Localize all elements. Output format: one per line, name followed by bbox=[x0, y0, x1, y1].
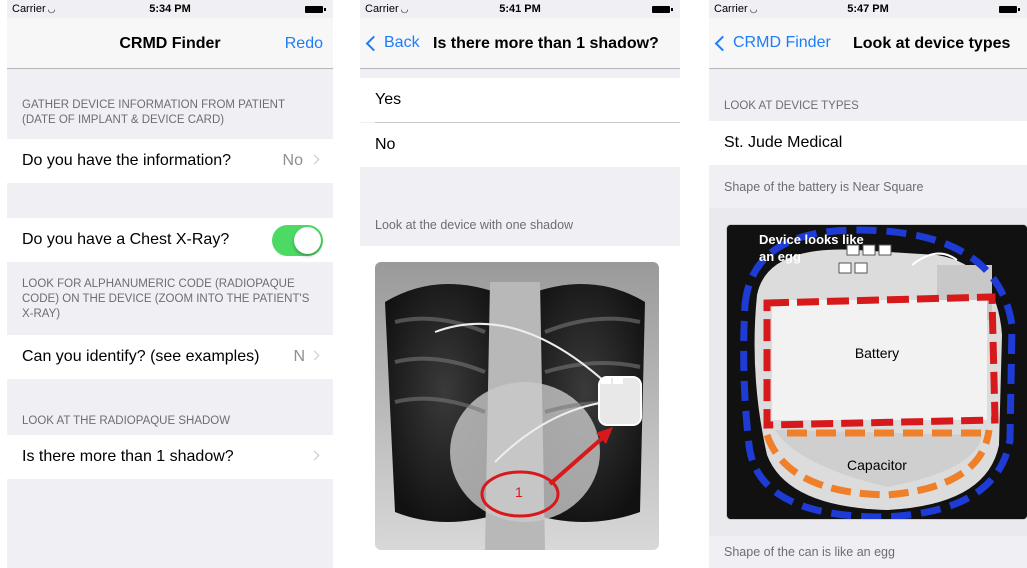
clock: 5:41 PM bbox=[499, 3, 541, 15]
row-value: N bbox=[293, 348, 305, 365]
annotation-number: 1 bbox=[515, 484, 523, 500]
section-header-device-types: LOOK AT DEVICE TYPES bbox=[724, 100, 859, 112]
chest-xray-image: 1 bbox=[375, 262, 659, 550]
clock: 5:34 PM bbox=[149, 3, 191, 15]
option-no[interactable]: No bbox=[360, 123, 680, 167]
option-label: Yes bbox=[375, 91, 402, 108]
arrow-line bbox=[548, 432, 609, 486]
screen-crmd-finder: Carrier ◡ 5:34 PM CRMD Finder Redo GATHER… bbox=[7, 0, 333, 568]
page-title: Is there more than 1 shadow? bbox=[433, 35, 659, 52]
row-have-information[interactable]: Do you have the information? No bbox=[7, 139, 333, 183]
section-header-alphanumeric-code: LOOK FOR ALPHANUMERIC CODE (RADIOPAQUE C… bbox=[22, 278, 310, 320]
back-button[interactable]: Back bbox=[365, 34, 420, 52]
navigation-bar: Back Is there more than 1 shadow? bbox=[360, 18, 680, 69]
chevron-right-icon bbox=[309, 154, 320, 165]
row-label: St. Jude Medical bbox=[724, 134, 843, 151]
option-yes[interactable]: Yes bbox=[360, 78, 680, 122]
status-bar: Carrier ◡ 5:34 PM bbox=[7, 0, 333, 18]
footer-text: Look at the device with one shadow bbox=[375, 218, 574, 232]
chevron-right-icon bbox=[309, 350, 320, 361]
row-value: No bbox=[282, 152, 303, 169]
row-label: Do you have a Chest X-Ray? bbox=[22, 231, 230, 248]
toggle-knob bbox=[294, 227, 321, 254]
redo-button[interactable]: Redo bbox=[285, 35, 323, 53]
chevron-left-icon bbox=[714, 35, 731, 52]
annotation-overlay bbox=[480, 427, 613, 518]
chevron-right-icon bbox=[309, 450, 320, 461]
battery-icon bbox=[305, 6, 326, 13]
status-bar: Carrier ◡ 5:47 PM bbox=[709, 0, 1027, 18]
screen-device-types: Carrier ◡ 5:47 PM CRMD Finder Look at dev… bbox=[709, 0, 1027, 568]
status-bar: Carrier ◡ 5:41 PM bbox=[360, 0, 680, 18]
navigation-bar: CRMD Finder Look at device types bbox=[709, 18, 1027, 69]
row-label: Do you have the information? bbox=[22, 152, 232, 169]
battery-icon bbox=[652, 6, 673, 13]
device-note: Device looks like an egg bbox=[759, 232, 864, 264]
device-image: Device looks like an egg Battery Capacit… bbox=[726, 224, 1027, 520]
back-button[interactable]: CRMD Finder bbox=[714, 34, 831, 52]
row-can-identify[interactable]: Can you identify? (see examples) N bbox=[7, 335, 333, 379]
page-title: Look at device types bbox=[853, 35, 1011, 52]
section-header-radiopaque-shadow: LOOK AT THE RADIOPAQUE SHADOW bbox=[22, 415, 231, 427]
chevron-left-icon bbox=[365, 35, 382, 52]
row-st-jude-medical[interactable]: St. Jude Medical bbox=[709, 121, 1027, 165]
row-more-than-one-shadow[interactable]: Is there more than 1 shadow? bbox=[7, 435, 333, 479]
footer-can-shape: Shape of the can is like an egg bbox=[724, 545, 895, 559]
footer-battery-shape: Shape of the battery is Near Square bbox=[724, 180, 924, 194]
battery-icon bbox=[999, 6, 1020, 13]
option-label: No bbox=[375, 136, 396, 153]
section-header-gather-info: GATHER DEVICE INFORMATION FROM PATIENT (… bbox=[22, 99, 285, 126]
row-label: Is there more than 1 shadow? bbox=[22, 448, 234, 465]
navigation-bar: CRMD Finder Redo bbox=[7, 18, 333, 69]
chest-xray-toggle[interactable] bbox=[272, 225, 323, 256]
row-chest-xray: Do you have a Chest X-Ray? bbox=[7, 218, 333, 262]
clock: 5:47 PM bbox=[847, 3, 889, 15]
screen-more-than-one-shadow: Carrier ◡ 5:41 PM Back Is there more than… bbox=[360, 0, 680, 568]
row-label: Can you identify? (see examples) bbox=[22, 348, 260, 365]
capacitor-label: Capacitor bbox=[847, 457, 907, 473]
battery-label: Battery bbox=[854, 345, 900, 361]
device-illustration bbox=[727, 225, 1027, 519]
